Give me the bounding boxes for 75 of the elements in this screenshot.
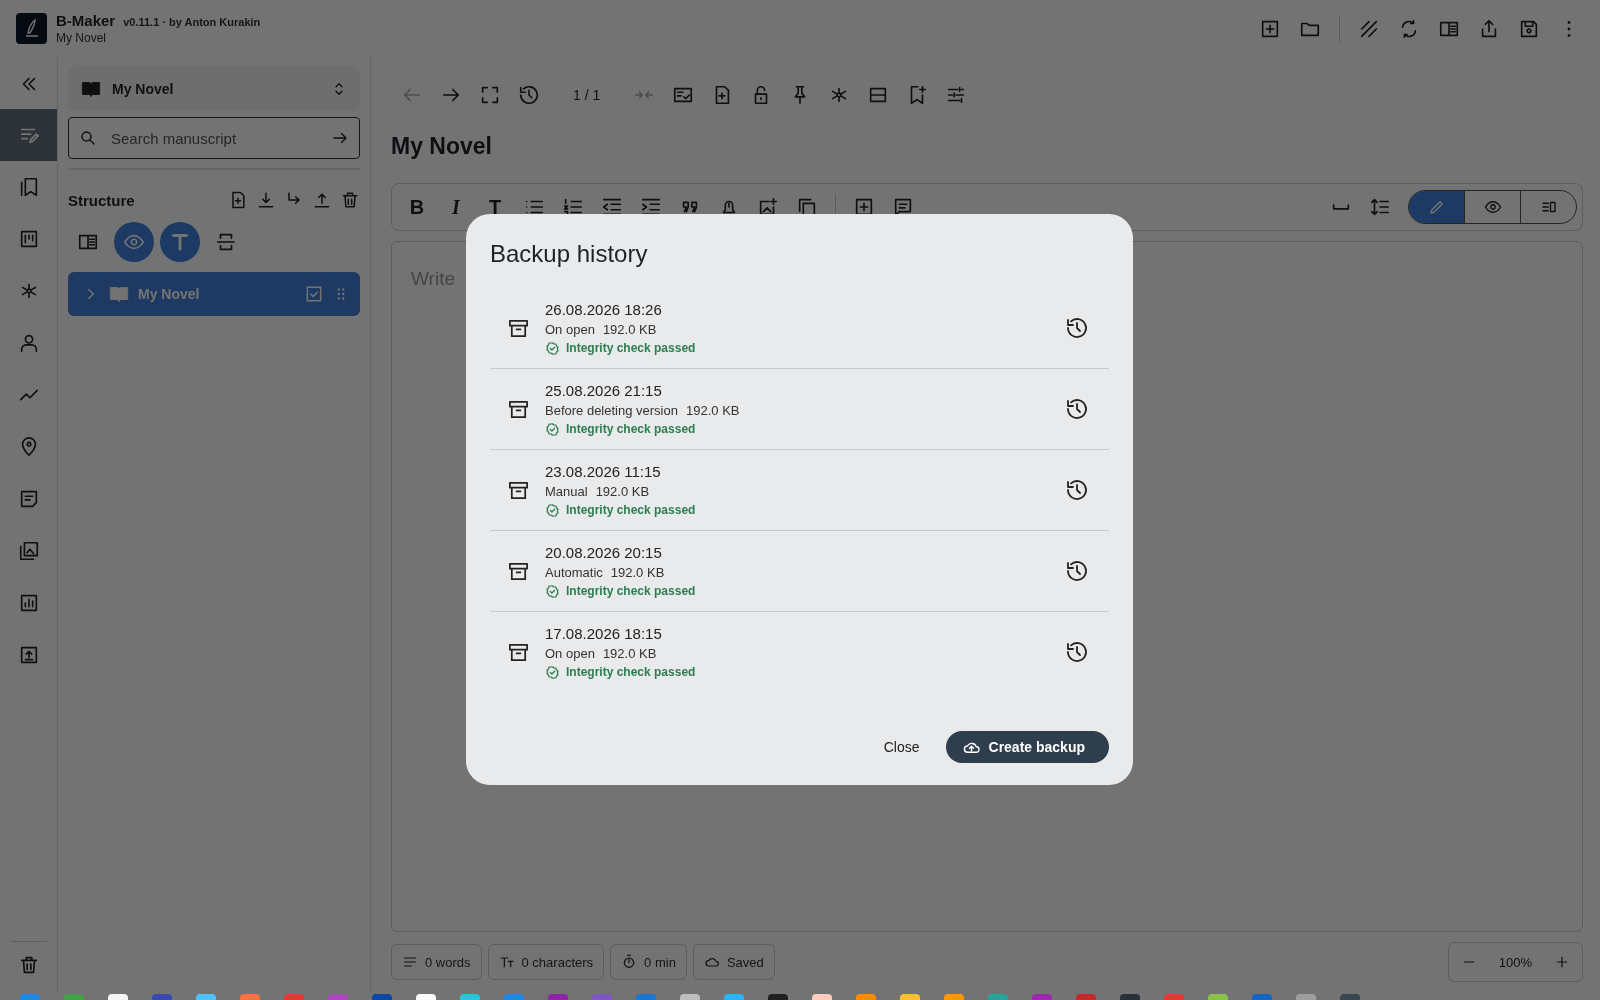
view-toggle[interactable] [160,222,200,262]
lines-icon [402,954,418,970]
dialog-title: Backup history [490,240,649,268]
rail-item[interactable] [0,109,57,161]
eye-icon [1483,198,1502,216]
gallery-icon [17,540,40,562]
delete-icon[interactable] [340,190,360,210]
search-icon [79,129,97,147]
edit-mode-button[interactable] [1409,191,1464,223]
backup-date: 26.08.2026 18:26 [545,300,663,318]
backup-size: 192.0 KB [686,402,740,418]
fullscreen-icon[interactable] [479,84,501,106]
app-version: v0.11.1 · by Anton Kurakin [123,16,261,28]
save-status: Saved [692,944,775,980]
text-icon [169,231,191,253]
pencil-icon [1427,198,1446,216]
view-toggle[interactable] [114,222,154,262]
create-backup-button[interactable]: Create backup [945,731,1109,763]
check-badge-icon [545,583,560,599]
tree-label: My Novel [138,286,201,302]
backup-date: 17.08.2026 18:15 [545,624,663,642]
backup-item[interactable]: 26.08.2026 18:26 On open 192.0 KB Integrity check passed [490,288,1109,369]
zoom-in-icon[interactable] [1554,954,1570,970]
backup-reason: On open [545,321,595,337]
backup-size: 192.0 KB [602,645,657,661]
check-badge-icon [545,664,560,680]
integrity-status: Integrity check passed [566,341,696,355]
backup-item[interactable]: 17.08.2026 18:15 On open 192.0 KB Integrity check passed [490,612,1109,692]
backup-reason: Before deleting version [545,402,678,418]
format-button[interactable]: B [406,195,428,219]
page-indicator: 1 / 1 [573,87,601,103]
format-button[interactable]: I [445,195,467,219]
backup-size: 192.0 KB [610,564,665,580]
restore-icon[interactable] [1065,559,1089,583]
zoom-level: 100% [1498,954,1532,970]
download-icon[interactable] [256,190,276,210]
integrity-status: Integrity check passed [566,503,696,517]
project-select[interactable]: My Novel [68,67,360,111]
search-field[interactable]: Search manuscript [68,117,360,159]
backup-reason: On open [545,645,595,661]
backup-date: 20.08.2026 20:15 [545,543,663,561]
restore-icon[interactable] [1065,316,1089,340]
backup-item[interactable]: 23.08.2026 11:15 Manual 192.0 KB Integrity check passed [490,450,1109,531]
restore-icon[interactable] [1065,397,1089,421]
line-height-icon[interactable] [1369,196,1391,218]
integrity-status: Integrity check passed [566,665,696,679]
backup-size: 192.0 KB [595,483,650,499]
check-badge-icon [545,421,560,437]
search-input[interactable]: Search manuscript [109,128,319,148]
reading-time: 0 min [610,944,687,980]
check-icon[interactable] [304,284,324,304]
check-badge-icon [545,340,560,356]
backup-reason: Manual [545,483,588,499]
project-name: My Novel [56,31,107,45]
backup-size: 192.0 KB [602,321,657,337]
backup-date: 25.08.2026 21:15 [545,381,663,399]
character-count: 0 characters [487,944,605,980]
close-button[interactable]: Close [875,733,928,761]
restore-icon[interactable] [1065,640,1089,664]
document-title: My Novel [391,133,493,161]
app-logo [16,13,47,44]
restore-icon[interactable] [1065,478,1089,502]
integrity-status: Integrity check passed [566,584,696,598]
backup-date: 23.08.2026 11:15 [545,462,662,480]
backup-reason: Automatic [545,564,603,580]
text-size-icon [498,954,515,970]
backup-item[interactable]: 25.08.2026 21:15 Before deleting version 192.0 KB Integrity check passed [490,369,1109,450]
structure-heading: Structure [68,191,136,209]
app-name: B-Maker [56,12,116,29]
history-icon[interactable] [518,84,540,106]
scan-icon [215,231,237,253]
word-count: 0 words [391,944,482,980]
integrity-status: Integrity check passed [566,422,696,436]
check-badge-icon [545,502,560,518]
backup-item[interactable]: 20.08.2026 20:15 Automatic 192.0 KB Integrity check passed [490,531,1109,612]
